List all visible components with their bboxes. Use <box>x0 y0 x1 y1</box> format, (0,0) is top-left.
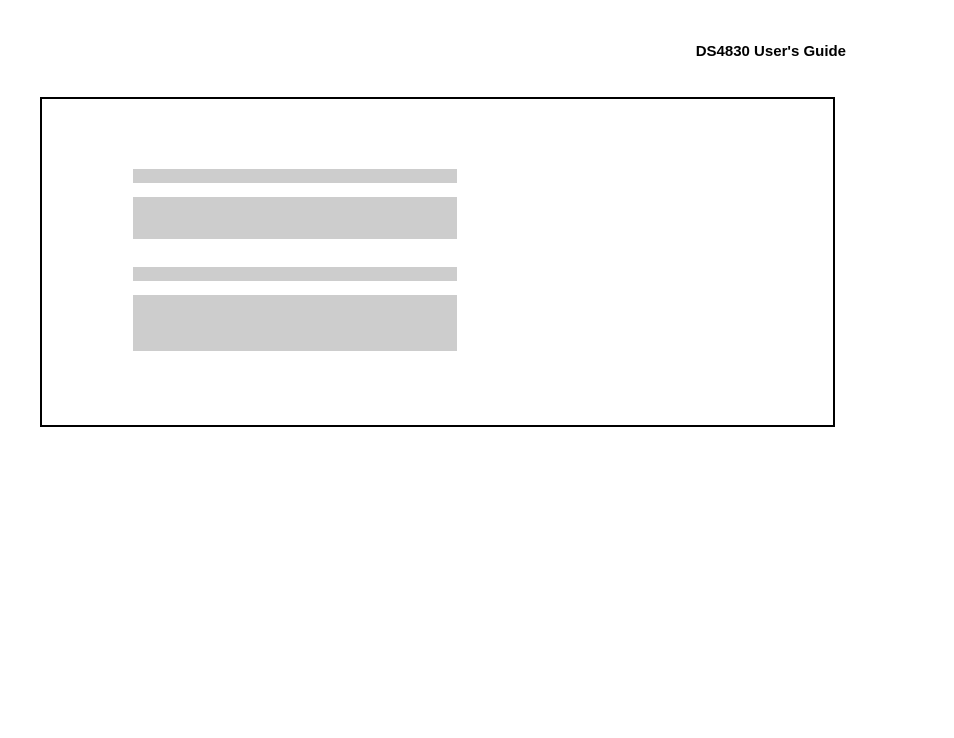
document-page: DS4830 User's Guide <box>0 0 954 738</box>
table-grid <box>42 99 837 429</box>
table-frame <box>40 97 835 427</box>
page-title: DS4830 User's Guide <box>696 43 846 60</box>
